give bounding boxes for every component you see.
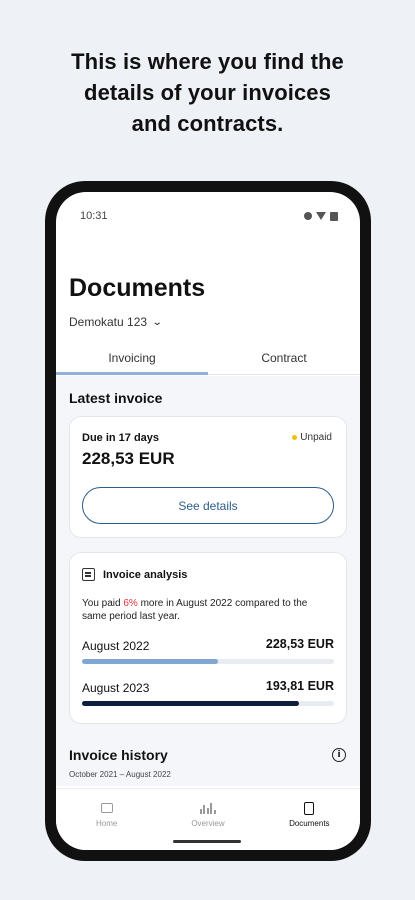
phone-frame: 10:31 Documents Demokatu 123 ⌄ Invoicing… [45,181,371,861]
battery-icon [330,211,338,221]
analysis-description: You paid 6% more in August 2022 compared… [82,597,334,623]
document-icon [304,801,315,815]
chevron-down-icon: ⌄ [151,316,163,328]
unpaid-dot-icon [292,435,298,440]
nav-documents[interactable]: Documents [259,789,360,850]
nav-home[interactable]: Home [56,789,157,850]
comparison-bar-2023 [82,701,299,706]
bar-chart-icon [199,802,216,814]
nav-home-label: Home [95,819,118,828]
comparison-bar-2022 [82,659,219,664]
comparison-track-2023 [82,701,334,706]
invoice-history-range: October 2021 – August 2022 [69,770,171,779]
comparison-label-2022: August 2022 [82,639,150,653]
invoice-amount: 228,53 EUR [82,449,175,468]
status-icons [304,211,338,221]
see-details-button[interactable]: See details [82,487,334,524]
home-indicator[interactable] [173,840,241,843]
tab-contract[interactable]: Contract [208,342,360,374]
tab-invoicing[interactable]: Invoicing [56,342,208,375]
nav-documents-label: Documents [289,819,330,828]
latest-invoice-title: Latest invoice [69,390,163,406]
marketing-headline: This is where you find the details of yo… [71,49,344,136]
analysis-text-before: You paid [82,598,124,609]
wifi-icon [316,212,326,220]
comparison-value-2022: 228,53 EUR [265,637,334,651]
invoice-icon [82,568,95,581]
page-title: Documents [69,274,206,302]
content-area: Latest invoice Due in 17 days Unpaid 228… [56,376,360,786]
address-label: Demokatu 123 [69,315,148,329]
tab-bar: Invoicing Contract [56,342,360,375]
due-text: Due in 17 days [82,432,160,444]
status-time: 10:31 [80,210,108,222]
latest-invoice-card: Due in 17 days Unpaid 228,53 EUR See det… [69,416,347,538]
home-icon [100,803,113,813]
comparison-label-2023: August 2023 [82,681,150,695]
status-bar: 10:31 [80,208,338,224]
invoice-history-title: Invoice history [69,747,168,763]
info-icon[interactable]: i [332,748,346,762]
notification-dot-icon [304,212,312,220]
phone-screen: 10:31 Documents Demokatu 123 ⌄ Invoicing… [56,192,360,850]
analysis-header: Invoice analysis [82,568,187,581]
comparison-value-2023: 193,81 EUR [265,679,334,693]
address-selector[interactable]: Demokatu 123 ⌄ [69,315,163,329]
bottom-navigation: Home Overview Documents [56,788,360,850]
analysis-title: Invoice analysis [103,568,188,581]
invoice-analysis-card: Invoice analysis You paid 6% more in Aug… [69,552,347,724]
status-label: Unpaid [300,432,332,443]
analysis-highlight: 6% [123,598,138,609]
nav-overview-label: Overview [191,819,225,828]
status-badge: Unpaid [292,432,332,443]
comparison-track-2022 [82,659,334,664]
